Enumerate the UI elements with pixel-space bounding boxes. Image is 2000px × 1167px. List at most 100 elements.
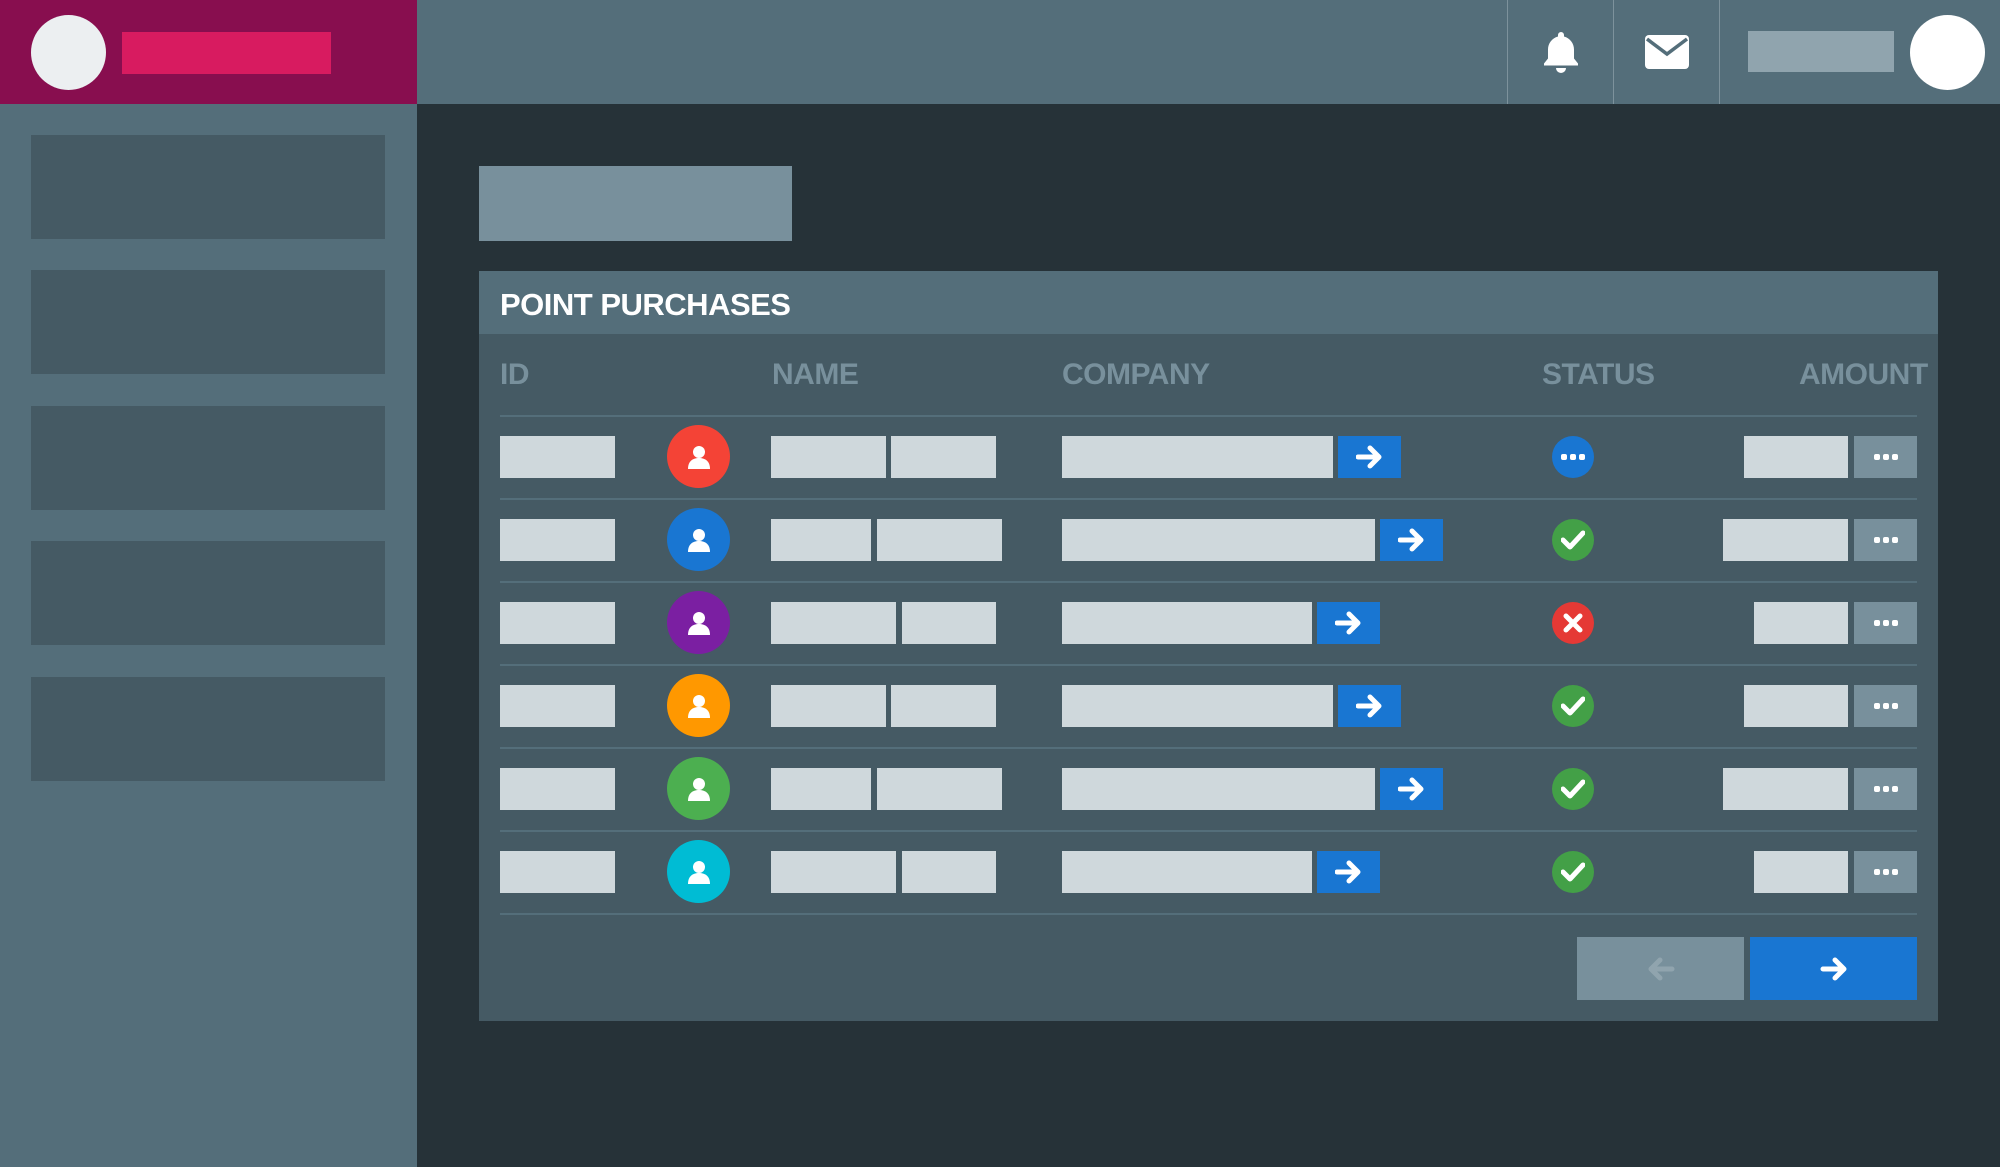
first-name-placeholder [771, 685, 886, 727]
sidebar-item-2[interactable] [31, 270, 385, 374]
first-name-placeholder [771, 519, 871, 561]
arrow-right-icon [1355, 694, 1381, 718]
company-placeholder [1062, 602, 1312, 644]
card-header: POINT PURCHASES [479, 271, 1938, 334]
user-avatar-row [667, 425, 730, 488]
sidebar [0, 104, 417, 1167]
last-name-placeholder [877, 519, 1002, 561]
open-company-button[interactable] [1380, 768, 1443, 810]
column-header-status: STATUS [1542, 358, 1655, 391]
user-avatar[interactable] [1910, 15, 1985, 90]
bell-icon [1543, 32, 1578, 73]
first-name-placeholder [771, 851, 896, 893]
amount-placeholder [1744, 436, 1848, 478]
arrow-right-icon [1334, 860, 1360, 884]
check-icon [1561, 530, 1585, 550]
id-placeholder [500, 602, 615, 644]
table-row[interactable] [500, 581, 1917, 664]
more-actions-button[interactable] [1854, 851, 1917, 893]
status-approved-badge [1552, 851, 1594, 893]
id-placeholder [500, 685, 615, 727]
user-name-placeholder [1748, 31, 1894, 72]
previous-page-button[interactable] [1577, 937, 1744, 1000]
table-divider [500, 913, 1917, 915]
amount-placeholder [1723, 768, 1848, 810]
company-placeholder [1062, 519, 1375, 561]
ellipsis-icon [1873, 786, 1898, 792]
column-header-name: NAME [772, 358, 859, 391]
arrow-right-icon [1355, 445, 1381, 469]
first-name-placeholder [771, 436, 886, 478]
status-rejected-badge [1552, 602, 1594, 644]
user-avatar-row [667, 591, 730, 654]
check-icon [1561, 862, 1585, 882]
amount-placeholder [1744, 685, 1848, 727]
column-header-id: ID [500, 358, 530, 391]
last-name-placeholder [891, 436, 996, 478]
first-name-placeholder [771, 768, 871, 810]
table-row[interactable] [500, 415, 1917, 498]
arrow-right-icon [1820, 957, 1846, 980]
table-row[interactable] [500, 664, 1917, 747]
company-placeholder [1062, 851, 1312, 893]
ellipsis-icon [1873, 537, 1898, 543]
company-placeholder [1062, 685, 1333, 727]
more-actions-button[interactable] [1854, 768, 1917, 810]
ellipsis-icon [1873, 620, 1898, 626]
more-actions-button[interactable] [1854, 685, 1917, 727]
user-avatar-row [667, 840, 730, 903]
user-menu[interactable] [1719, 0, 2000, 104]
last-name-placeholder [891, 685, 996, 727]
close-icon [1563, 613, 1583, 633]
company-placeholder [1062, 436, 1333, 478]
open-company-button[interactable] [1317, 602, 1380, 644]
amount-placeholder [1754, 851, 1848, 893]
card-title: POINT PURCHASES [500, 287, 791, 322]
table-row[interactable] [500, 498, 1917, 581]
next-page-button[interactable] [1750, 937, 1917, 1000]
table-row[interactable] [500, 747, 1917, 830]
top-bar [417, 0, 2000, 104]
id-placeholder [500, 851, 615, 893]
page-title-placeholder [479, 166, 792, 241]
open-company-button[interactable] [1317, 851, 1380, 893]
id-placeholder [500, 768, 615, 810]
arrow-right-icon [1397, 528, 1423, 552]
user-icon [687, 611, 710, 635]
user-icon [687, 860, 710, 884]
ellipsis-icon [1873, 454, 1898, 460]
status-approved-badge [1552, 685, 1594, 727]
open-company-button[interactable] [1338, 436, 1401, 478]
arrow-right-icon [1397, 777, 1423, 801]
last-name-placeholder [902, 602, 996, 644]
status-approved-badge [1552, 519, 1594, 561]
sidebar-item-4[interactable] [31, 541, 385, 645]
open-company-button[interactable] [1338, 685, 1401, 727]
more-actions-button[interactable] [1854, 602, 1917, 644]
column-header-amount: AMOUNT [1799, 358, 1928, 391]
user-icon [687, 528, 710, 552]
sidebar-item-1[interactable] [31, 135, 385, 239]
ellipsis-icon [1561, 454, 1585, 460]
brand-logo[interactable] [31, 15, 106, 90]
arrow-left-icon [1648, 957, 1674, 980]
more-actions-button[interactable] [1854, 519, 1917, 561]
brand-name-placeholder[interactable] [122, 32, 331, 74]
user-avatar-row [667, 508, 730, 571]
id-placeholder [500, 436, 615, 478]
open-company-button[interactable] [1380, 519, 1443, 561]
table-row[interactable] [500, 830, 1917, 913]
user-icon [687, 777, 710, 801]
more-actions-button[interactable] [1854, 436, 1917, 478]
mail-icon [1644, 35, 1689, 69]
arrow-right-icon [1334, 611, 1360, 635]
ellipsis-icon [1873, 869, 1898, 875]
sidebar-item-5[interactable] [31, 677, 385, 781]
first-name-placeholder [771, 602, 896, 644]
messages-button[interactable] [1613, 0, 1719, 104]
notifications-button[interactable] [1507, 0, 1613, 104]
amount-placeholder [1723, 519, 1848, 561]
sidebar-item-3[interactable] [31, 406, 385, 510]
amount-placeholder [1754, 602, 1848, 644]
company-placeholder [1062, 768, 1375, 810]
